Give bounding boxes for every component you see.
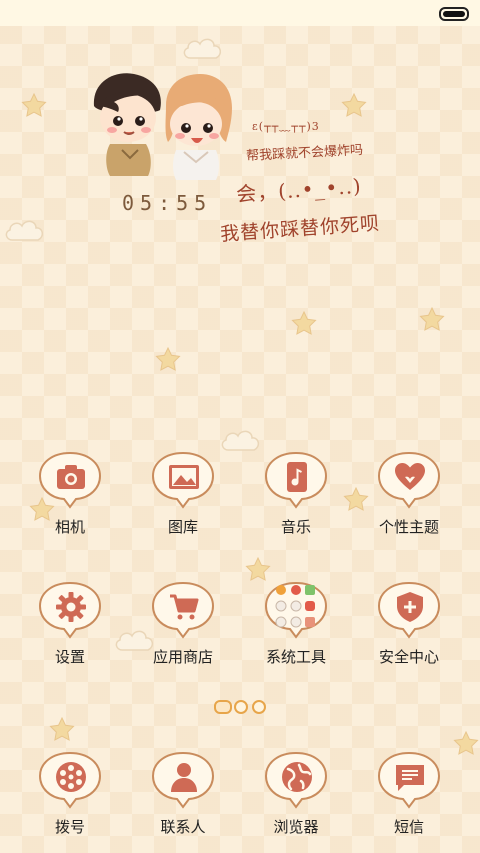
- star-decoration-icon: [419, 306, 445, 331]
- phone-dial-icon: [37, 750, 103, 809]
- settings-gear-icon: [37, 580, 103, 639]
- shield-plus-icon: [376, 580, 442, 639]
- app-label: 系统工具: [265, 648, 326, 666]
- handwriting-line: 我替你踩替你死呗: [219, 212, 381, 246]
- status-bar: [0, 0, 480, 26]
- shopping-cart-icon: [150, 580, 216, 639]
- app-settings[interactable]: 设置: [20, 580, 120, 667]
- app-camera[interactable]: 相机: [20, 450, 120, 537]
- app-label: 应用商店: [152, 648, 213, 666]
- dock-browser[interactable]: 浏览器: [246, 750, 346, 837]
- app-label: 浏览器: [273, 818, 319, 836]
- app-label: 音乐: [280, 518, 311, 536]
- app-themes[interactable]: 个性主题: [359, 450, 459, 537]
- star-decoration-icon: [291, 310, 317, 335]
- app-store[interactable]: 应用商店: [133, 580, 233, 667]
- page-dot-active[interactable]: [214, 700, 232, 714]
- app-label: 短信: [393, 818, 424, 836]
- star-decoration-icon: [21, 92, 47, 117]
- app-label: 拨号: [54, 818, 85, 836]
- handwriting-line: 会，(..•_•..): [235, 173, 363, 207]
- page-dot[interactable]: [252, 700, 266, 714]
- gallery-icon: [150, 450, 216, 509]
- app-label: 设置: [54, 648, 85, 666]
- themes-heart-icon: [376, 450, 442, 509]
- app-security-center[interactable]: 安全中心: [359, 580, 459, 667]
- app-label: 安全中心: [378, 648, 439, 666]
- camera-icon: [37, 450, 103, 509]
- star-decoration-icon: [341, 92, 367, 117]
- folder-icon: [263, 580, 329, 639]
- page-dot[interactable]: [234, 700, 248, 714]
- app-label: 个性主题: [378, 518, 439, 536]
- music-icon: [263, 450, 329, 509]
- app-music[interactable]: 音乐: [246, 450, 346, 537]
- dock-dialer[interactable]: 拨号: [20, 750, 120, 837]
- handwriting-line: ε(┬┬﹏┬┬)3: [252, 120, 320, 133]
- battery-icon: [439, 7, 469, 21]
- app-label: 联系人: [160, 818, 206, 836]
- cloud-decoration-icon: [183, 38, 222, 59]
- app-label: 图库: [167, 518, 198, 536]
- cartoon-couple-illustration: [93, 73, 232, 180]
- star-decoration-icon: [155, 346, 181, 371]
- dock-contacts[interactable]: 联系人: [133, 750, 233, 837]
- sms-message-icon: [376, 750, 442, 809]
- handwriting-line: 帮我踩就不会爆炸吗: [245, 142, 364, 165]
- contacts-person-icon: [150, 750, 216, 809]
- cloud-decoration-icon: [5, 220, 44, 241]
- dock-messages[interactable]: 短信: [359, 750, 459, 837]
- clock-time: 05:55: [122, 191, 213, 215]
- app-gallery[interactable]: 图库: [133, 450, 233, 537]
- star-decoration-icon: [49, 716, 75, 741]
- app-system-tools-folder[interactable]: 系统工具: [246, 580, 346, 667]
- app-label: 相机: [54, 518, 85, 536]
- browser-globe-icon: [263, 750, 329, 809]
